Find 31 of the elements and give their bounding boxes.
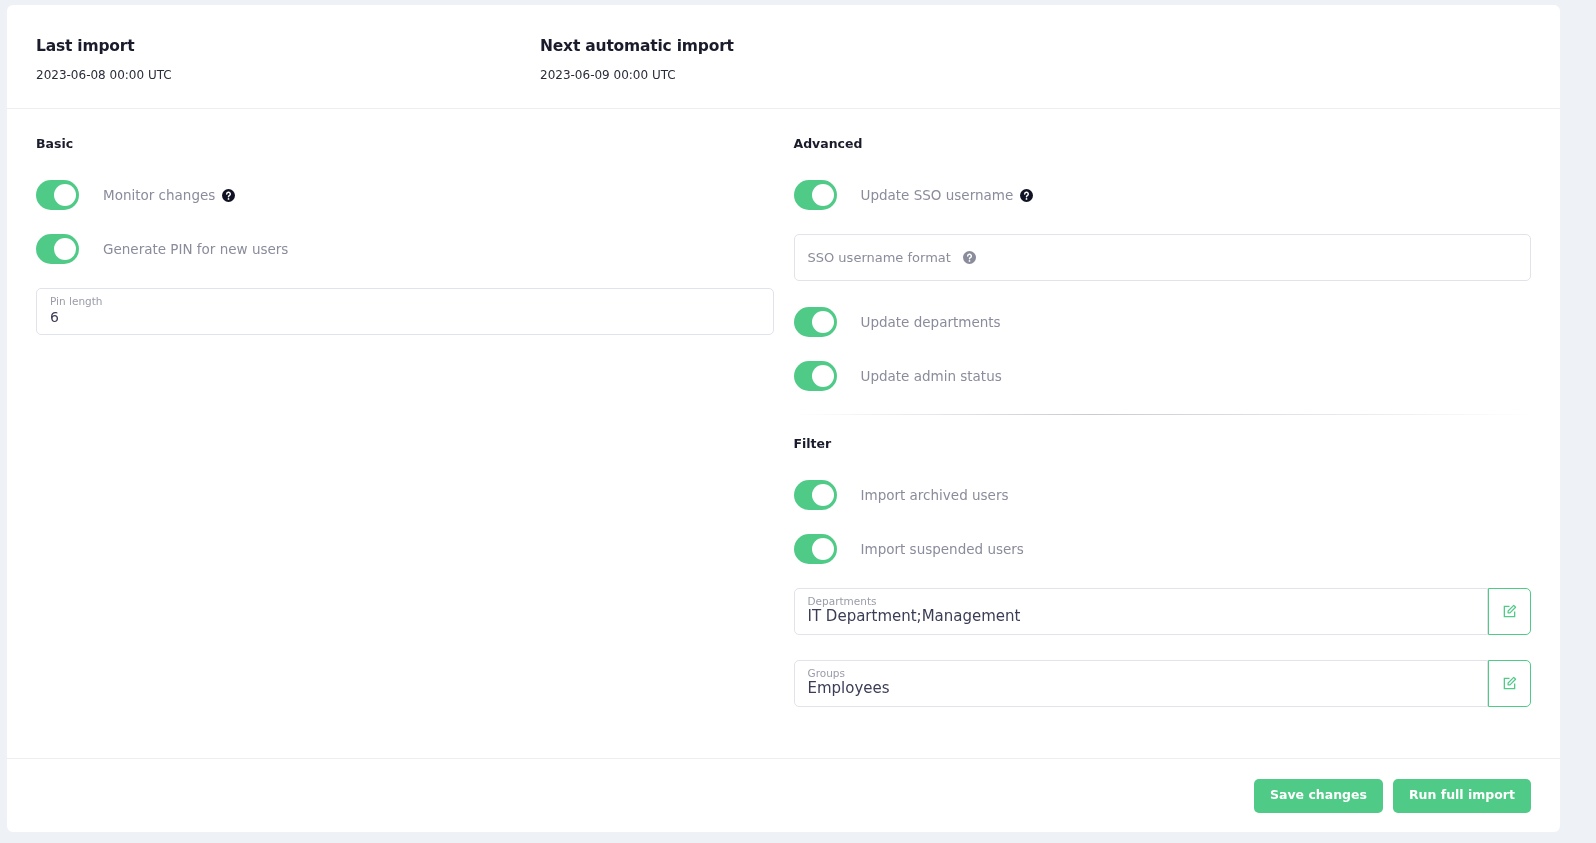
toggle-label: Update admin status bbox=[860, 366, 1002, 386]
toggle-switch[interactable] bbox=[793, 307, 837, 337]
select-field[interactable]: Departments IT Department;Management bbox=[793, 587, 1488, 635]
help-icon[interactable] bbox=[1020, 188, 1034, 202]
toggle-label: Import suspended users bbox=[860, 539, 1024, 559]
toggle-label: Update departments bbox=[860, 312, 1001, 332]
info-label: Next automatic import bbox=[540, 36, 735, 57]
toggle-label: Import archived users bbox=[860, 485, 1009, 505]
toggle-switch[interactable] bbox=[793, 479, 837, 510]
text-input-field[interactable]: SSO username format bbox=[807, 247, 961, 268]
toggle-switch[interactable] bbox=[793, 533, 837, 564]
edit-button[interactable] bbox=[1488, 659, 1531, 707]
info-label: Last import bbox=[36, 36, 136, 57]
select-field[interactable]: Groups Employees bbox=[793, 659, 1488, 707]
toggle-switch[interactable] bbox=[36, 234, 79, 264]
info-value: 2023-06-09 00:00 UTC bbox=[540, 67, 677, 85]
toggle-switch[interactable] bbox=[793, 361, 837, 391]
edit-icon bbox=[1502, 675, 1517, 691]
edit-button[interactable] bbox=[1488, 587, 1531, 635]
info-value: 2023-06-08 00:00 UTC bbox=[36, 67, 173, 85]
toggle-label: Monitor changes bbox=[103, 185, 216, 205]
pin-length-field[interactable]: Pin length 6 bbox=[36, 288, 774, 335]
toggle-switch[interactable] bbox=[36, 180, 79, 210]
section-title: Filter bbox=[793, 435, 833, 453]
toggle-switch[interactable] bbox=[793, 180, 837, 210]
edit-icon bbox=[1502, 603, 1517, 619]
section-title: Basic bbox=[36, 135, 75, 154]
help-icon[interactable] bbox=[222, 188, 236, 202]
toggle-label: Update SSO username bbox=[860, 185, 1014, 205]
toggle-label: Generate PIN for new users bbox=[103, 239, 289, 259]
section-title: Advanced bbox=[793, 135, 864, 154]
